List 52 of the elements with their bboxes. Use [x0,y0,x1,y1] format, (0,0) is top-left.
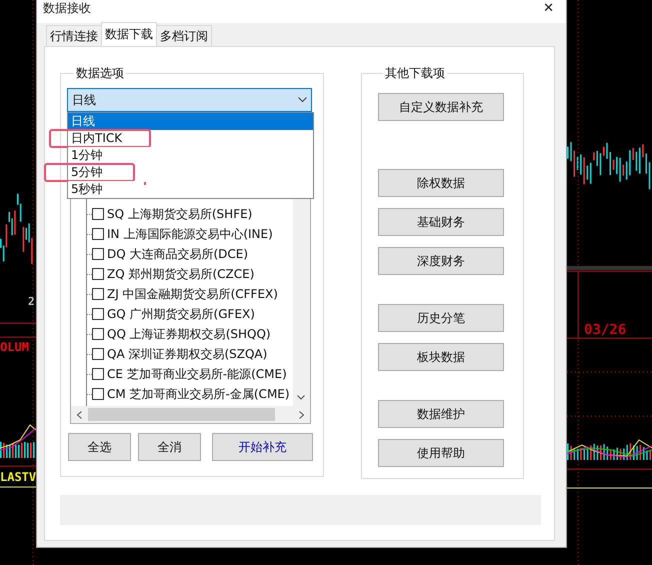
exchange-item[interactable]: GQ 广州期货交易所(GFEX) [107,306,255,322]
axis-label: 2 [28,296,35,307]
exchange-item[interactable]: QQ 上海证券期权交易(SHQQ) [107,326,271,342]
scroll-left-icon[interactable] [77,410,82,418]
checkbox[interactable] [92,348,104,360]
download-button[interactable]: 板块数据 [378,343,504,371]
checkbox[interactable] [92,368,104,380]
indicator-line [0,428,36,450]
indicator-label: OLUM [0,341,30,353]
exchange-item[interactable]: DQ 大连商品交易所(DCE) [107,246,248,262]
group-title: 数据选项 [75,65,125,82]
download-button[interactable]: 数据维护 [378,400,504,428]
action-button[interactable]: 开始补充 [212,433,313,461]
exchange-item[interactable]: CE 芝加哥商业交易所-能源(CME) [107,366,287,382]
checkbox[interactable] [92,208,104,220]
checkbox[interactable] [92,288,104,300]
download-button[interactable]: 深度财务 [378,247,504,275]
tab[interactable]: 数据下载 [101,22,157,46]
action-button[interactable]: 全消 [138,433,201,461]
exchange-item[interactable]: ZQ 郑州期货交易所(CZCE) [107,266,254,282]
checkbox[interactable] [92,268,104,280]
exchange-item[interactable]: ZJ 中国金融期货交易所(CFFEX) [107,286,278,302]
group-title: 其他下载项 [384,65,446,82]
action-button[interactable]: 全选 [68,433,131,461]
download-button[interactable]: 基础财务 [378,208,504,236]
scroll-right-icon[interactable] [299,410,304,418]
tab[interactable]: 行情连接 [46,25,102,46]
exchange-item[interactable]: SQ 上海期货交易所(SHFE) [107,206,252,222]
exchange-item[interactable]: QA 深圳证券期权交易(SZQA) [107,346,268,362]
tab[interactable]: 多档订阅 [156,25,212,46]
checkbox[interactable] [92,328,104,340]
indicator-line [0,424,36,448]
indicator-label: LASTV [0,471,36,483]
dropdown-option[interactable]: 日线 [68,113,313,130]
horizontal-scrollbar[interactable] [71,406,310,423]
date-label: 03/26 [584,323,626,337]
checkbox[interactable] [92,228,104,240]
chevron-icon [298,97,307,103]
exchange-item[interactable]: CM 芝加哥商业交易所-金属(CME) [107,386,290,402]
period-dropdown[interactable]: 日线 [67,88,312,112]
download-button[interactable]: 使用帮助 [378,439,504,467]
scroll-down-icon[interactable] [297,395,305,400]
download-button[interactable]: 自定义数据补充 [378,93,504,121]
annotation-mark [144,182,146,185]
checkbox[interactable] [92,248,104,260]
download-button[interactable]: 历史分笔 [378,304,504,332]
exchange-item[interactable]: IN 上海国际能源交易中心(INE) [107,226,273,242]
download-button[interactable]: 除权数据 [378,169,504,197]
checkbox[interactable] [92,308,104,320]
window-title: 数据接收 [43,0,91,16]
close-button[interactable]: ✕ [537,0,560,16]
checkbox[interactable] [92,388,104,400]
